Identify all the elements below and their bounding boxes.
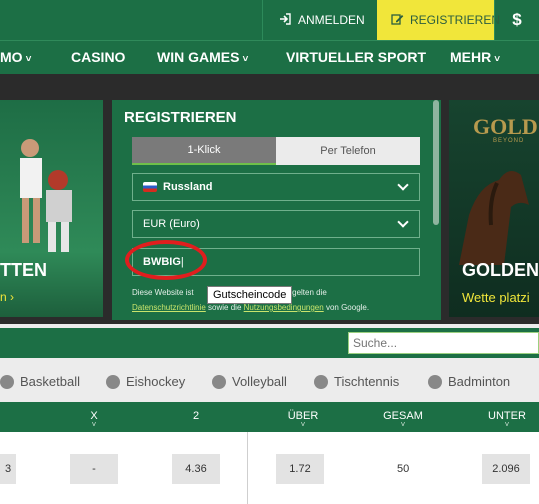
odd-x[interactable]: - [70,454,118,484]
athletes-image [20,139,72,252]
sport-ice-hockey[interactable]: Eishockey [106,374,185,389]
column-header-total[interactable]: GESAM ˅ [382,410,424,429]
register-top-label: REGISTRIEREN [410,13,501,27]
privacy-policy-link[interactable]: Datenschutzrichtlinie [132,303,206,312]
top-bar: ANMELDEN REGISTRIEREN $ [0,0,539,40]
sport-basketball[interactable]: Basketball [0,374,80,389]
tab-one-click[interactable]: 1-Klick [132,137,276,165]
banner-right-logo: GOLD [473,114,538,139]
promo-banner-right[interactable]: GOLD BEYOND GOLDEN Wette platzi [449,100,539,317]
login-icon [279,12,291,28]
odd-1[interactable]: 3 [0,454,16,484]
column-header-x[interactable]: X ˅ [88,410,100,429]
nav-item-promo[interactable]: MO ˅ [0,41,31,74]
nav-item-casino[interactable]: CASINO [71,41,125,74]
panel-scrollbar[interactable] [433,100,439,225]
highlight-circle [125,240,207,280]
promo-banner-left[interactable]: TTEN n › [0,100,103,317]
currency-value: EUR (Euro) [143,218,200,230]
column-header-under[interactable]: UNTER ˅ [486,410,528,429]
nav-item-more[interactable]: MEHR ˅ [450,41,500,74]
basketball-icon [0,374,14,389]
odd-under[interactable]: 2.096 [482,454,530,484]
login-button[interactable]: ANMELDEN [262,0,377,40]
shuttlecock-icon [428,374,442,389]
login-label: ANMELDEN [298,13,365,27]
sport-badminton[interactable]: Badminton [428,374,510,389]
tab-by-phone[interactable]: Per Telefon [276,137,420,165]
sport-table-tennis[interactable]: Tischtennis [314,374,399,389]
promo-code-tooltip: Gutscheincode [207,286,293,304]
hockey-puck-icon [106,374,120,389]
terms-link[interactable]: Nutzungsbedingungen [244,303,324,312]
currency-select[interactable]: EUR (Euro) [132,210,420,238]
table-tennis-icon [314,374,328,389]
horse-image [459,171,529,265]
chevron-down-icon: ˅ [494,54,501,65]
chevron-down-icon [397,179,409,191]
sport-volleyball[interactable]: Volleyball [212,374,287,389]
banner-left-title: TTEN [0,260,47,280]
country-value: Russland [163,181,213,193]
search-input[interactable] [348,332,539,354]
nav-item-win-games[interactable]: WIN GAMES ˅ [157,41,248,74]
chevron-down-icon: ˅ [25,54,32,65]
russia-flag-icon [143,182,157,192]
edit-icon [391,13,404,28]
odds-table-header: X ˅ 2 ÜBER ˅ GESAM ˅ UNTER ˅ [0,402,539,432]
nav-item-virtual-sport[interactable]: VIRTUELLER SPORT [286,41,426,74]
register-top-button[interactable]: REGISTRIEREN [377,0,500,40]
banner-right-title: GOLDEN [462,260,539,280]
chevron-down-icon [397,216,409,228]
main-nav: MO ˅ CASINO WIN GAMES ˅ VIRTUELLER SPORT M… [0,40,539,74]
country-select[interactable]: Russland [132,173,420,201]
odd-over[interactable]: 1.72 [276,454,324,484]
table-row: 3 - 4.36 1.72 50 2.096 [0,432,539,504]
column-header-over[interactable]: ÜBER ˅ [283,410,323,429]
banner-left-link[interactable]: n › [0,290,14,304]
registration-title: REGISTRIEREN [124,109,237,126]
chevron-down-icon: ˅ [242,54,249,65]
sports-filter-row: Basketball Eishockey Volleyball Tischten… [0,364,539,398]
banner-right-logo-sub: BEYOND [493,138,525,144]
total-value: 50 [397,463,410,475]
currency-button[interactable]: $ [494,0,539,40]
volleyball-icon [212,374,226,389]
odd-2[interactable]: 4.36 [172,454,220,484]
divider [247,432,248,504]
banner-right-link[interactable]: Wette platzi [462,290,530,305]
column-header-2[interactable]: 2 [190,410,202,422]
